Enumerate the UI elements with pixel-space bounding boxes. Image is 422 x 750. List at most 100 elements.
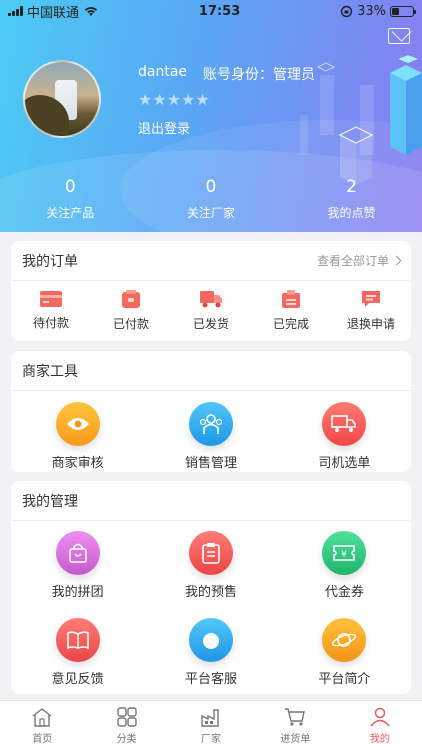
- card-header: 我的订单 查看全部订单: [11, 241, 411, 281]
- order-status-row: 待付款 已付款 已发货 已完成 退换申请: [11, 281, 411, 339]
- order-shipped[interactable]: 已发货: [171, 289, 251, 332]
- stat-my-likes[interactable]: 2 我的点赞: [281, 176, 422, 221]
- manage-presale[interactable]: 我的预售: [144, 531, 277, 600]
- manage-platform-intro[interactable]: 平台简介: [278, 618, 411, 687]
- order-item-label: 已付款: [112, 316, 149, 331]
- manage-group-buy[interactable]: 我的拼团: [11, 531, 144, 600]
- wifi-icon: [84, 7, 98, 16]
- user-icon: [370, 707, 390, 726]
- truck-icon: [322, 402, 367, 446]
- svg-text:¥: ¥: [341, 550, 347, 560]
- my-orders-card: 我的订单 查看全部订单 待付款 已付款 已发货 已完成 退换申请: [11, 241, 411, 341]
- stat-value: 0: [64, 177, 76, 197]
- tab-home[interactable]: 首页: [0, 701, 84, 750]
- mail-icon[interactable]: [388, 28, 410, 44]
- chat-icon: [362, 290, 380, 307]
- bottom-tab-bar: 首页 分类 厂家 进货单 我的: [0, 700, 422, 750]
- view-all-label: 查看全部订单: [316, 254, 389, 268]
- tool-label: 司机选单: [318, 456, 371, 471]
- my-management-card: 我的管理 我的拼团 我的预售 ¥ 代金券 意见反馈 平台客服 平台简介: [11, 481, 411, 694]
- coupon-icon: ¥: [322, 531, 367, 575]
- tab-label: 分类: [116, 733, 137, 745]
- clock: 17:53: [198, 3, 241, 19]
- card-title: 商家工具: [22, 363, 78, 380]
- manage-feedback[interactable]: 意见反馈: [11, 618, 144, 687]
- stat-label: 关注厂家: [186, 206, 235, 220]
- manage-label: 我的拼团: [51, 585, 104, 600]
- tool-sales-management[interactable]: 销售管理: [144, 402, 277, 471]
- order-paid[interactable]: 已付款: [91, 289, 171, 332]
- order-item-label: 待付款: [32, 315, 69, 330]
- card-icon: [40, 290, 62, 307]
- manage-label: 平台简介: [318, 672, 371, 687]
- manage-label: 我的预售: [184, 585, 237, 600]
- orientation-lock-icon: [340, 5, 353, 17]
- order-completed[interactable]: 已完成: [251, 289, 331, 332]
- account-role: 账号身份：管理员: [203, 67, 316, 83]
- merchant-tools-grid: 商家审核 销售管理 司机选单: [11, 391, 411, 471]
- tab-category[interactable]: 分类: [84, 701, 168, 750]
- stat-value: 0: [205, 177, 217, 197]
- wallet-icon: [122, 289, 140, 308]
- order-item-label: 已完成: [272, 316, 309, 331]
- stat-followed-factories[interactable]: 0 关注厂家: [141, 176, 282, 221]
- team-icon: [188, 402, 233, 446]
- tab-purchase-list[interactable]: 进货单: [253, 701, 337, 750]
- order-item-label: 退换申请: [346, 316, 395, 331]
- order-pending-payment[interactable]: 待付款: [11, 290, 91, 331]
- tab-factory[interactable]: 厂家: [169, 701, 253, 750]
- logout-link[interactable]: 退出登录: [138, 118, 190, 137]
- rating-stars: ★★★★★: [138, 90, 210, 109]
- tool-merchant-review[interactable]: 商家审核: [11, 402, 144, 471]
- tab-label: 厂家: [201, 733, 222, 745]
- stat-value: 2: [346, 177, 357, 197]
- card-title: 我的订单: [22, 253, 78, 270]
- headset-icon: [188, 618, 233, 662]
- profile-header: dantae 账号身份：管理员 ★★★★★ 退出登录 0 关注产品 0 关注厂家…: [0, 0, 422, 232]
- manage-customer-service[interactable]: 平台客服: [144, 618, 277, 687]
- grid-icon: [116, 706, 137, 727]
- tool-driver-dispatch[interactable]: 司机选单: [278, 402, 411, 471]
- carrier-name: 中国联通: [27, 5, 80, 21]
- status-bar: 中国联通 17:53 33%: [0, 0, 422, 22]
- user-info: dantae 账号身份：管理员: [138, 64, 315, 84]
- manage-label: 代金券: [324, 585, 364, 600]
- planet-icon: [322, 618, 367, 662]
- order-return-request[interactable]: 退换申请: [331, 289, 411, 332]
- manage-voucher[interactable]: ¥ 代金券: [278, 531, 411, 600]
- battery-percent: 33%: [357, 3, 386, 19]
- merchant-tools-card: 商家工具 商家审核 销售管理 司机选单: [11, 351, 411, 472]
- manage-label: 意见反馈: [51, 672, 104, 687]
- stats-row: 0 关注产品 0 关注厂家 2 我的点赞: [0, 176, 422, 221]
- avatar[interactable]: [23, 60, 101, 138]
- home-icon: [32, 707, 52, 727]
- bag-icon: [55, 531, 100, 575]
- stat-label: 关注产品: [46, 206, 95, 220]
- truck-icon: [200, 290, 222, 307]
- card-title: 我的管理: [22, 493, 78, 510]
- card-header: 我的管理: [11, 481, 411, 521]
- tab-label: 我的: [369, 733, 390, 745]
- eye-icon: [55, 402, 100, 446]
- signal-icon: [8, 6, 23, 16]
- box-icon: [282, 289, 300, 308]
- cart-icon: [285, 707, 306, 726]
- tool-label: 商家审核: [51, 456, 104, 471]
- management-grid: 我的拼团 我的预售 ¥ 代金券 意见反馈 平台客服 平台简介: [11, 521, 411, 687]
- stat-followed-products[interactable]: 0 关注产品: [0, 176, 141, 221]
- factory-icon: [201, 708, 219, 727]
- view-all-orders-link[interactable]: 查看全部订单: [316, 252, 402, 269]
- card-header: 商家工具: [11, 351, 411, 391]
- rating-stars-text: ★★★★★: [138, 90, 210, 109]
- username: dantae: [138, 64, 188, 80]
- manage-label: 平台客服: [184, 672, 237, 687]
- tool-label: 销售管理: [184, 456, 237, 471]
- tab-mine[interactable]: 我的: [338, 701, 422, 750]
- order-item-label: 已发货: [192, 316, 229, 331]
- battery-icon: [390, 5, 416, 17]
- clipboard-icon: [188, 531, 233, 575]
- book-icon: [55, 618, 100, 662]
- tab-label: 首页: [32, 733, 53, 745]
- chevron-right-icon: [391, 255, 402, 266]
- tab-label: 进货单: [280, 733, 311, 745]
